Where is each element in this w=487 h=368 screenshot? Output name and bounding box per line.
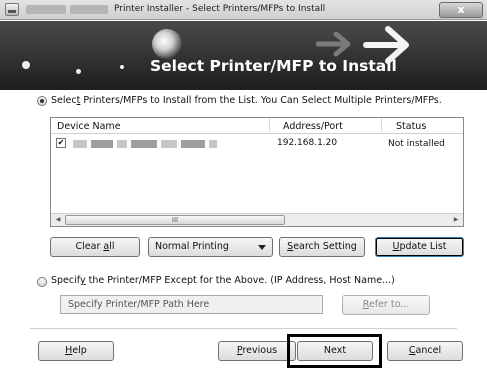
banner-dot-1	[22, 61, 30, 69]
redacted-device-name	[161, 140, 177, 148]
previous-button[interactable]: Previous	[218, 341, 296, 361]
window-title: Printer Installer - Select Printers/MFPs…	[114, 4, 326, 14]
scroll-right-icon[interactable]: ▶	[449, 214, 463, 226]
redacted-device-name	[73, 140, 87, 148]
device-checkbox[interactable]: ✔	[56, 138, 66, 148]
column-divider[interactable]	[269, 118, 270, 134]
header-banner: Select Printer/MFP to Install	[0, 21, 487, 90]
arrow-right-large-icon	[363, 26, 409, 64]
printer-path-input[interactable]: Specify Printer/MFP Path Here	[60, 295, 323, 314]
redacted-app-name	[26, 5, 66, 14]
redacted-device-name	[117, 140, 127, 148]
clear-all-button[interactable]: Clear all	[50, 237, 140, 257]
redacted-app-name-2	[70, 5, 108, 14]
search-setting-button[interactable]: Search Setting	[279, 237, 365, 257]
select-from-list-radio[interactable]	[37, 96, 47, 106]
redacted-device-name	[209, 140, 217, 148]
close-button[interactable]: x	[439, 2, 483, 18]
update-list-button[interactable]: Update List	[375, 237, 464, 257]
table-row[interactable]: ✔ 192.168.1.20 Not installed	[51, 136, 463, 152]
specify-path-radio[interactable]	[37, 277, 47, 287]
column-divider[interactable]	[381, 118, 382, 134]
scroll-left-icon[interactable]: ◀	[51, 214, 65, 226]
redacted-device-name	[91, 140, 113, 148]
banner-heading: Select Printer/MFP to Install	[150, 57, 397, 75]
arrow-right-small-icon	[316, 31, 351, 57]
print-mode-select[interactable]: Normal Printing	[148, 237, 273, 257]
list-header: Device Name Address/Port Status	[51, 118, 463, 134]
print-mode-value: Normal Printing	[155, 241, 229, 252]
device-address: 192.168.1.20	[277, 138, 338, 148]
help-button[interactable]: Help	[38, 341, 114, 361]
refer-to-button[interactable]: Refer to...	[342, 295, 430, 315]
title-bar: Printer Installer - Select Printers/MFPs…	[0, 0, 487, 20]
cancel-button[interactable]: Cancel	[387, 341, 463, 361]
column-device-name[interactable]: Device Name	[57, 121, 121, 132]
banner-orb	[152, 29, 182, 59]
chevron-down-icon	[258, 245, 266, 250]
redacted-device-name	[181, 140, 205, 148]
next-button-highlight	[287, 334, 382, 368]
banner-dot-3	[120, 65, 124, 69]
redacted-device-name	[131, 140, 157, 148]
specify-path-label[interactable]: Specify the Printer/MFP Except for the A…	[51, 275, 395, 286]
device-status: Not installed	[388, 139, 445, 149]
printer-app-icon	[5, 3, 19, 16]
scroll-thumb[interactable]: III	[65, 215, 285, 225]
footer-divider	[30, 328, 457, 329]
horizontal-scrollbar[interactable]: ◀ III ▶	[51, 213, 463, 226]
banner-dot-2	[76, 69, 81, 74]
device-list[interactable]: Device Name Address/Port Status ✔ 192.16…	[50, 117, 464, 227]
column-status[interactable]: Status	[396, 121, 426, 132]
select-from-list-label[interactable]: Select Printers/MFPs to Install from the…	[51, 95, 442, 106]
column-address-port[interactable]: Address/Port	[283, 121, 343, 132]
